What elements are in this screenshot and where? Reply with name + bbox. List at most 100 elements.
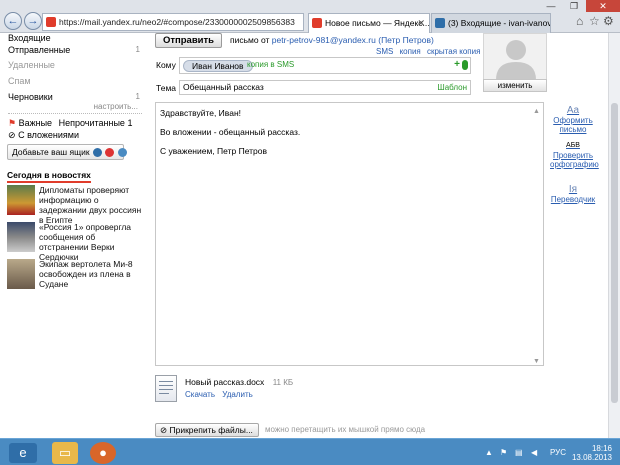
from-name[interactable]: (Петр Петров) <box>378 35 434 45</box>
yandex-tab-icon <box>312 18 322 28</box>
tray-arrow-icon[interactable]: ▲ <box>485 448 493 457</box>
document-icon <box>159 381 173 394</box>
sidebar: Входящие Отправленные 1 Удаленные Спам Ч… <box>0 33 148 438</box>
network-icon[interactable]: ▤ <box>515 448 523 457</box>
delete-link[interactable]: Удалить <box>222 390 253 399</box>
attachment-filename: Новый рассказ.docx <box>185 377 265 387</box>
mail-tab-icon <box>435 18 445 28</box>
page-scrollbar[interactable] <box>608 33 620 438</box>
subject-label: Тема <box>156 83 177 93</box>
recipient-options: SMS копия скрытая копия <box>376 47 480 56</box>
forward-button[interactable]: → <box>24 12 42 30</box>
attachment-size: 11 КБ <box>272 378 294 387</box>
favorites-star-icon[interactable]: ☆ <box>589 14 600 28</box>
internet-explorer-icon[interactable]: e <box>9 443 37 463</box>
drag-hint: можно перетащить их мышкой прямо сюда <box>265 425 426 434</box>
add-recipient-icon[interactable]: + <box>454 59 460 70</box>
filter-unread[interactable]: Непрочитанные 1 <box>59 118 133 128</box>
docx-file-icon <box>155 375 177 402</box>
maximize-button[interactable]: ❐ <box>563 0 585 12</box>
message-body-editor[interactable]: Здравствуйте, Иван! Во вложении - обещан… <box>155 102 544 366</box>
tab-inbox[interactable]: (3) Входящие - ivan-ivanov-98... <box>431 13 551 33</box>
news-item[interactable]: Дипломаты проверяют информацию о задержа… <box>7 185 145 225</box>
template-link[interactable]: Шаблон <box>437 81 467 94</box>
filter-attachments[interactable]: ⊘ С вложениями <box>8 130 79 141</box>
tab-label: (3) Входящие - ivan-ivanov-98... <box>448 18 550 28</box>
translator-tool[interactable]: Iя Переводчик <box>550 184 596 205</box>
news-heading: Сегодня в новостях <box>7 170 91 183</box>
bcc-link[interactable]: скрытая копия <box>427 47 480 56</box>
download-link[interactable]: Скачать <box>185 390 215 399</box>
scroll-down-icon[interactable]: ▼ <box>533 355 541 365</box>
sidebar-item-inbox[interactable]: Входящие <box>8 33 148 43</box>
body-line: Во вложении - обещанный рассказ. <box>160 127 301 137</box>
tab-label: Новое письмо — Яндекс.... <box>325 18 430 28</box>
format-icon: Aa <box>566 105 580 116</box>
tool-label: Переводчик <box>550 195 596 204</box>
taskbar: e ▭ ● ▲ ⚑ ▤ ◀ РУС 18:16 13.08.2013 <box>0 438 620 465</box>
cc-link[interactable]: копия <box>400 47 421 56</box>
from-line: письмо от petr-petrov-981@yandex.ru (Пет… <box>230 35 434 45</box>
tool-label: Проверить орфографию <box>550 151 599 169</box>
attach-files-button[interactable]: ⊘ Прикрепить файлы... <box>155 423 259 437</box>
subject-input[interactable]: Обещанный рассказ Шаблон <box>179 80 471 95</box>
address-bar[interactable]: https://mail.yandex.ru/neo2/#compose/233… <box>42 13 304 31</box>
folder-label: Отправленные <box>8 45 71 55</box>
recipient-chip[interactable]: Иван Иванов <box>183 60 253 72</box>
news-thumbnail <box>7 185 35 215</box>
yandex-favicon-icon <box>46 17 56 27</box>
language-indicator[interactable]: РУС <box>550 448 566 457</box>
home-icon[interactable]: ⌂ <box>576 14 583 28</box>
gear-icon[interactable]: ⚙ <box>603 14 614 28</box>
format-letter-tool[interactable]: Aa Оформить письмо <box>550 105 596 135</box>
flag-icon: ⚑ <box>8 118 17 128</box>
filter-label: С вложениями <box>18 130 80 140</box>
clock[interactable]: 18:16 13.08.2013 <box>572 444 612 462</box>
scroll-up-icon[interactable]: ▲ <box>533 105 541 115</box>
mailru-icon <box>117 148 127 158</box>
copy-sms-link[interactable]: копия в SMS <box>247 60 294 69</box>
close-window-button[interactable]: ✕ <box>586 0 620 12</box>
folder-label: Черновики <box>8 92 53 102</box>
to-field[interactable]: Иван Иванов копия в SMS + <box>179 57 471 74</box>
news-text[interactable]: Дипломаты проверяют информацию о задержа… <box>39 185 145 225</box>
setup-folders-link[interactable]: настроить... <box>94 102 138 111</box>
clock-time: 18:16 <box>591 444 612 453</box>
news-item[interactable]: Экипаж вертолета Ми-8 освобожден из плен… <box>7 259 145 291</box>
gmail-icon <box>105 148 115 158</box>
volume-icon[interactable]: ◀ <box>531 448 537 457</box>
sidebar-item-sent[interactable]: Отправленные 1 <box>8 45 148 55</box>
news-text[interactable]: «Россия 1» опровергла сообщения об отстр… <box>39 222 145 262</box>
minimize-button[interactable]: — <box>540 0 562 12</box>
filter-important[interactable]: ⚑ Важные Непрочитанные 1 <box>8 118 132 129</box>
arrow-right-icon: → <box>27 15 39 27</box>
change-avatar-button[interactable]: изменить <box>483 79 547 92</box>
add-mailbox-button[interactable]: Добавьте ваш ящик <box>7 144 127 160</box>
browser-chrome: — ❐ ✕ ← → https://mail.yandex.ru/neo2/#c… <box>0 0 620 33</box>
spellcheck-tool[interactable]: АБВ Проверить орфографию <box>550 141 599 169</box>
back-button[interactable]: ← <box>4 12 22 30</box>
folder-count: 1 <box>135 92 140 101</box>
close-tab-icon[interactable]: ✕ <box>417 14 425 32</box>
button-label: Прикрепить файлы... <box>169 425 253 435</box>
file-explorer-icon[interactable]: ▭ <box>52 442 78 464</box>
scrollbar-thumb[interactable] <box>611 103 618 403</box>
translator-icon: Iя <box>568 184 578 195</box>
news-text[interactable]: Экипаж вертолета Ми-8 освобожден из плен… <box>39 259 145 289</box>
folder-count: 1 <box>135 45 140 54</box>
sidebar-item-deleted[interactable]: Удаленные <box>8 60 55 70</box>
sms-link[interactable]: SMS <box>376 47 393 56</box>
microphone-icon[interactable] <box>462 60 468 70</box>
firefox-icon[interactable]: ● <box>90 442 116 464</box>
from-email[interactable]: petr-petrov-981@yandex.ru <box>272 35 376 45</box>
news-item[interactable]: «Россия 1» опровергла сообщения об отстр… <box>7 222 145 262</box>
body-line: Здравствуйте, Иван! <box>160 108 241 118</box>
tray-flag-icon[interactable]: ⚑ <box>500 448 507 457</box>
send-button[interactable]: Отправить <box>155 33 222 48</box>
filter-label: Важные <box>18 118 53 128</box>
from-label: письмо от <box>230 35 270 45</box>
subject-value: Обещанный рассказ <box>183 82 264 92</box>
sidebar-item-drafts[interactable]: Черновики 1 <box>8 92 148 102</box>
tab-new-letter[interactable]: Новое письмо — Яндекс.... ✕ <box>308 13 430 33</box>
sidebar-item-spam[interactable]: Спам <box>8 76 31 86</box>
